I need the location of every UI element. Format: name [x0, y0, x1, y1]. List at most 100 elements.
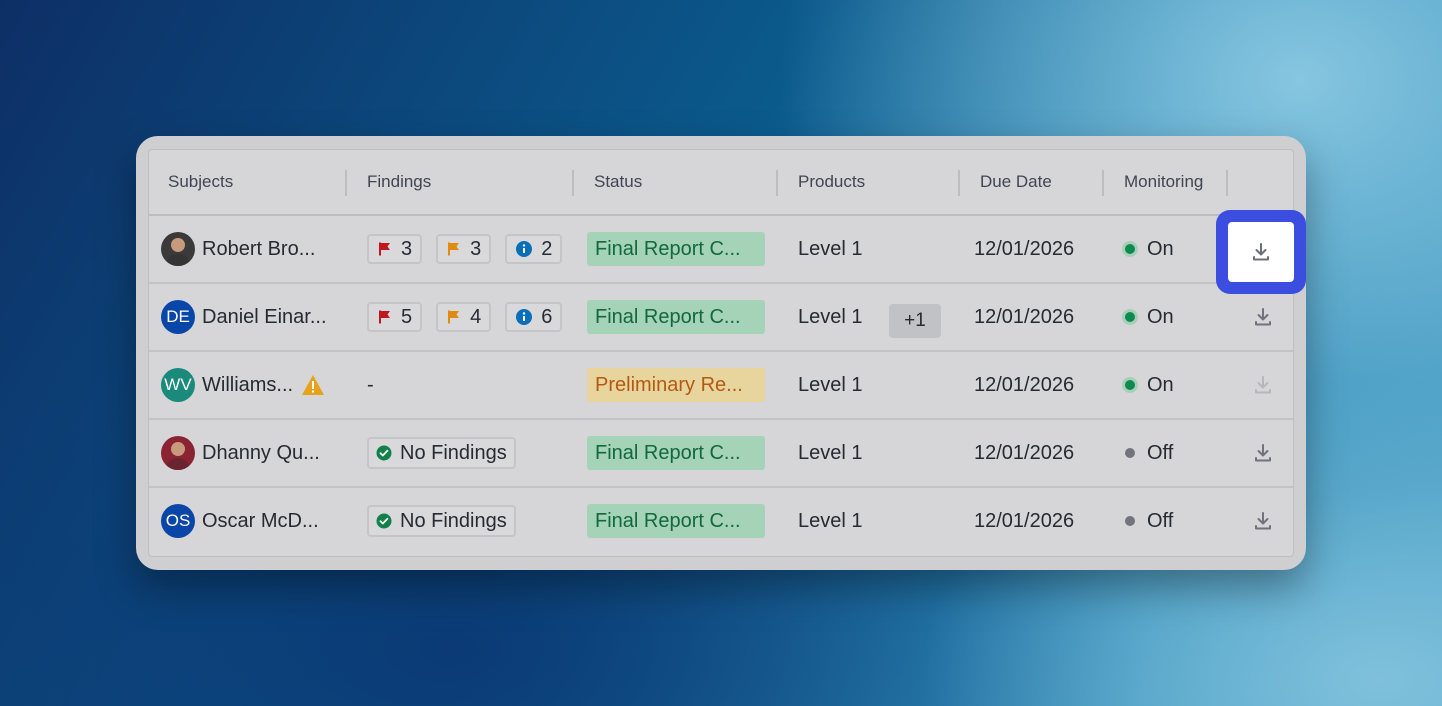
info-icon — [516, 309, 533, 325]
avatar — [161, 436, 195, 470]
download-icon — [1255, 376, 1271, 394]
monitoring-status: On — [1147, 373, 1174, 396]
status-badge: Final Report C... — [587, 436, 765, 470]
subject-name[interactable]: Dhanny Qu... — [202, 442, 320, 465]
monitoring-cell: On — [1125, 216, 1174, 282]
product-level: Level 1 — [798, 373, 863, 396]
subject-name[interactable]: Oscar McD... — [202, 510, 319, 533]
header-findings[interactable]: Findings — [367, 150, 431, 214]
column-divider[interactable] — [572, 170, 574, 196]
product-cell: Level 1 — [798, 216, 863, 282]
warning-icon — [302, 375, 325, 395]
monitoring-cell: On — [1125, 352, 1174, 418]
header-products[interactable]: Products — [798, 150, 865, 214]
findings-cell: No Findings — [367, 420, 530, 486]
more-products-chip[interactable]: +1 — [889, 304, 941, 338]
product-level: Level 1 — [798, 509, 863, 532]
subject-cell[interactable]: OS Oscar McD... — [161, 488, 319, 554]
table-header: Subjects Findings Status Products Due Da… — [149, 150, 1293, 216]
monitoring-status-dot — [1125, 244, 1135, 254]
warning-indicator — [301, 374, 325, 396]
subject-cell[interactable]: Dhanny Qu... — [161, 420, 320, 486]
avatar: WV — [161, 368, 195, 402]
column-divider[interactable] — [1226, 170, 1228, 196]
due-date: 12/01/2026 — [974, 305, 1075, 328]
monitoring-status-dot — [1125, 380, 1135, 390]
finding-count: 2 — [541, 237, 553, 260]
finding-count-chip[interactable]: 2 — [505, 234, 563, 264]
status-cell: Final Report C... — [587, 420, 765, 486]
finding-count-chip[interactable]: 3 — [436, 234, 492, 264]
table-row[interactable]: Dhanny Qu... No Findings Final Report C...… — [149, 420, 1293, 488]
avatar: DE — [161, 300, 195, 334]
download-button[interactable] — [1243, 501, 1283, 541]
download-icon — [1253, 243, 1269, 261]
subject-cell[interactable]: Robert Bro... — [161, 216, 315, 282]
due-date-cell: 12/01/2026 — [974, 420, 1074, 486]
download-icon — [1255, 512, 1271, 530]
download-icon — [1255, 308, 1271, 326]
status-cell: Final Report C... — [587, 488, 765, 554]
status-badge: Final Report C... — [587, 232, 765, 266]
column-divider[interactable] — [958, 170, 960, 196]
table-row[interactable]: OS Oscar McD... No Findings Final Report C.… — [149, 488, 1293, 556]
product-cell: Level 1 — [798, 352, 863, 418]
orange-flag-icon — [448, 310, 460, 324]
no-findings-chip: No Findings — [367, 505, 516, 537]
product-cell: Level 1 — [798, 284, 863, 350]
status-badge: Final Report C... — [587, 300, 765, 334]
header-status[interactable]: Status — [594, 150, 642, 214]
header-subjects[interactable]: Subjects — [168, 150, 233, 214]
product-level: Level 1 — [798, 305, 863, 328]
due-date: 12/01/2026 — [974, 237, 1075, 260]
findings-cell: 3 3 2 — [367, 216, 576, 282]
monitoring-status: On — [1147, 305, 1174, 328]
finding-count-chip[interactable]: 4 — [436, 302, 492, 332]
subject-name[interactable]: Robert Bro... — [202, 238, 315, 261]
finding-count-chip[interactable]: 6 — [505, 302, 563, 332]
product-cell: Level 1 — [798, 488, 863, 554]
column-divider[interactable] — [1102, 170, 1104, 196]
header-monitoring[interactable]: Monitoring — [1124, 150, 1203, 214]
no-findings-chip: No Findings — [367, 437, 516, 469]
due-date-cell: 12/01/2026 — [974, 352, 1074, 418]
product-level: Level 1 — [798, 237, 863, 260]
status-cell: Final Report C... — [587, 284, 765, 350]
check-badge-icon — [376, 445, 392, 461]
highlighted-download-button[interactable] — [1216, 210, 1306, 294]
download-button[interactable] — [1243, 297, 1283, 337]
subject-name[interactable]: Williams... — [202, 374, 293, 397]
download-button-focus[interactable] — [1228, 222, 1294, 282]
table-row[interactable]: DE Daniel Einar... 5 4 6 Final Report C... Lev… — [149, 284, 1293, 352]
status-cell: Preliminary Re... — [587, 352, 765, 418]
status-cell: Final Report C... — [587, 216, 765, 282]
avatar: OS — [161, 504, 195, 538]
monitoring-status-dot — [1125, 448, 1135, 458]
monitoring-cell: Off — [1125, 420, 1173, 486]
due-date: 12/01/2026 — [974, 441, 1075, 464]
subject-name[interactable]: Daniel Einar... — [202, 306, 327, 329]
table-row[interactable]: Robert Bro... 3 3 2 Final Report C... Level 1… — [149, 216, 1293, 284]
monitoring-status-dot — [1125, 312, 1135, 322]
product-cell: Level 1 — [798, 420, 863, 486]
avatar-photo — [161, 232, 195, 266]
orange-flag-icon — [448, 242, 460, 256]
column-divider[interactable] — [776, 170, 778, 196]
avatar — [161, 232, 195, 266]
download-button[interactable] — [1243, 433, 1283, 473]
info-icon — [516, 241, 533, 257]
finding-count-chip[interactable]: 5 — [367, 302, 423, 332]
table-row[interactable]: WV Williams... - Preliminary Re... Level 1 12… — [149, 352, 1293, 420]
download-button — [1243, 365, 1283, 405]
finding-count-chip[interactable]: 3 — [367, 234, 423, 264]
subject-cell[interactable]: DE Daniel Einar... — [161, 284, 327, 350]
subject-cell[interactable]: WV Williams... — [161, 352, 325, 418]
finding-count: 4 — [470, 305, 482, 328]
check-badge-icon — [376, 513, 392, 529]
column-divider[interactable] — [345, 170, 347, 196]
header-due-date[interactable]: Due Date — [980, 150, 1052, 214]
monitoring-cell: Off — [1125, 488, 1173, 554]
no-findings-dash: - — [367, 373, 374, 396]
monitoring-cell: On — [1125, 284, 1174, 350]
due-date: 12/01/2026 — [974, 373, 1075, 396]
